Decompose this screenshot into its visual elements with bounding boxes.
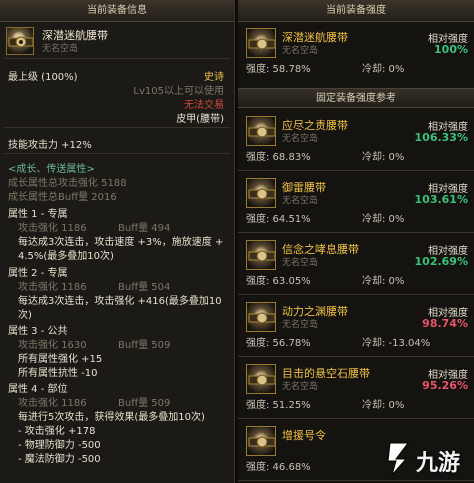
belt-icon [246, 364, 276, 394]
attr-desc: 每达成3次连击，攻击速度 +3%，施放速度 + [18, 237, 224, 248]
belt-icon[interactable] [6, 27, 34, 55]
growth-title: <成长、传送属性> [8, 164, 95, 175]
current-item-header: 深潜迷航腰带 无名空岛 [0, 22, 234, 56]
divider [238, 480, 474, 481]
reference-item-card[interactable]: 信念之哮息腰带 无名空岛 相对强度 102.69% 强度: 63.05% 冷却:… [238, 236, 474, 295]
belt-icon [246, 178, 276, 208]
relative-strength-value: 102.69% [414, 255, 468, 268]
watermark-logo-icon [387, 442, 409, 476]
watermark: 九游 [382, 439, 468, 479]
attr-title: 属性 1 - 专属 [8, 209, 68, 220]
relative-strength-value: 98.74% [422, 317, 468, 330]
divider [4, 153, 230, 154]
belt-icon [246, 240, 276, 270]
attr-title: 属性 3 - 公共 [8, 326, 68, 337]
item-source: 无名空岛 [42, 44, 79, 54]
item-name: 增援号令 [282, 429, 326, 442]
attr-title: 属性 4 - 部位 [8, 384, 68, 395]
relative-strength-value: 100% [434, 43, 468, 56]
reference-item-card[interactable]: 应尽之责腰带 无名空岛 相对强度 106.33% 强度: 68.83% 冷却: … [238, 112, 474, 171]
belt-icon [246, 28, 276, 58]
attr-buff: Buff量 509 [118, 340, 171, 351]
attr-desc: 4.5%(最多叠加10次) [18, 251, 114, 262]
item-source: 无名空岛 [282, 258, 319, 268]
item-slot: 皮甲(腰带) [176, 114, 224, 125]
attr-desc: - 攻击强化 +178 [18, 426, 96, 437]
attr-buff: Buff量 504 [118, 282, 171, 293]
reference-item-card[interactable]: 御雷腰带 无名空岛 相对强度 103.61% 强度: 64.51% 冷却: 0% [238, 174, 474, 233]
divider [4, 127, 230, 128]
divider [238, 356, 474, 357]
item-source: 无名空岛 [282, 382, 319, 392]
strength-value: 强度: 51.25% [246, 400, 311, 411]
relative-strength-value: 95.26% [422, 379, 468, 392]
equipment-strength-panel: 当前装备强度 深潜迷航腰带 无名空岛 相对强度 100% 强度: 58.78% … [238, 0, 474, 483]
skill-attack: 技能攻击力 +12% [8, 140, 92, 151]
item-source: 无名空岛 [282, 320, 319, 330]
cooldown-value: 冷却: 0% [362, 64, 405, 75]
attr-desc: - 魔法防御力 -500 [18, 454, 101, 465]
equipment-info-header: 当前装备信息 [0, 0, 234, 22]
belt-icon [246, 426, 276, 456]
attr-desc: 每进行5次攻击，获得效果(最多叠加10次) [18, 412, 205, 423]
strength-value: 强度: 64.51% [246, 214, 311, 225]
strength-value: 强度: 58.78% [246, 64, 311, 75]
equipment-info-panel: 当前装备信息 深潜迷航腰带 无名空岛 最上级 (100%) 史诗 Lv105以上… [0, 0, 235, 483]
current-item-card[interactable]: 深潜迷航腰带 无名空岛 相对强度 100% 强度: 58.78% 冷却: 0% [238, 24, 474, 75]
divider [238, 170, 474, 171]
item-rarity: 史诗 [204, 72, 224, 83]
belt-icon [246, 302, 276, 332]
attr-attack: 攻击强化 1630 [18, 340, 87, 351]
growth-attack-total: 成长属性总攻击强化 5188 [8, 178, 127, 189]
cooldown-value: 冷却: 0% [362, 152, 405, 163]
attr-desc: 每达成3次连击，攻击强化 +416(最多叠加10 [18, 296, 222, 307]
growth-buff-total: 成长属性总Buff量 2016 [8, 192, 117, 203]
attr-attack: 攻击强化 1186 [18, 398, 87, 409]
strength-value: 强度: 68.83% [246, 152, 311, 163]
attr-desc: - 物理防御力 -500 [18, 440, 101, 451]
strength-value: 强度: 63.05% [246, 276, 311, 287]
cooldown-value: 冷却: 0% [362, 214, 405, 225]
strength-value: 强度: 46.68% [246, 462, 311, 473]
strength-value: 强度: 56.78% [246, 338, 311, 349]
level-requirement: Lv105以上可以使用 [133, 86, 224, 97]
attr-attack: 攻击强化 1186 [18, 223, 87, 234]
item-source: 无名空岛 [282, 196, 319, 206]
reference-item-card[interactable]: 动力之渊腰带 无名空岛 相对强度 98.74% 强度: 56.78% 冷却: -… [238, 298, 474, 357]
attr-desc: 次) [18, 310, 32, 321]
item-grade: 最上级 (100%) [8, 72, 78, 83]
divider [238, 418, 474, 419]
divider [4, 58, 230, 59]
cooldown-value: 冷却: 0% [362, 400, 405, 411]
divider [238, 232, 474, 233]
relative-strength-value: 103.61% [414, 193, 468, 206]
item-source: 无名空岛 [282, 134, 319, 144]
attr-buff: Buff量 509 [118, 398, 171, 409]
cooldown-value: 冷却: 0% [362, 276, 405, 287]
divider [238, 294, 474, 295]
belt-icon [246, 116, 276, 146]
trade-restriction: 无法交易 [184, 100, 224, 111]
attr-desc: 所有属性抗性 -10 [18, 368, 98, 379]
attr-buff: Buff量 494 [118, 223, 171, 234]
attr-attack: 攻击强化 1186 [18, 282, 87, 293]
item-source: 无名空岛 [282, 46, 319, 56]
reference-header: 固定装备强度参考 [238, 88, 474, 108]
reference-item-card[interactable]: 目击的悬空石腰带 无名空岛 相对强度 95.26% 强度: 51.25% 冷却:… [238, 360, 474, 419]
cooldown-value: 冷却: -13.04% [362, 338, 431, 349]
watermark-text: 九游 [416, 451, 461, 476]
attr-desc: 所有属性强化 +15 [18, 354, 103, 365]
equipment-strength-header: 当前装备强度 [238, 0, 474, 22]
relative-strength-value: 106.33% [414, 131, 468, 144]
attr-title: 属性 2 - 专属 [8, 268, 68, 279]
